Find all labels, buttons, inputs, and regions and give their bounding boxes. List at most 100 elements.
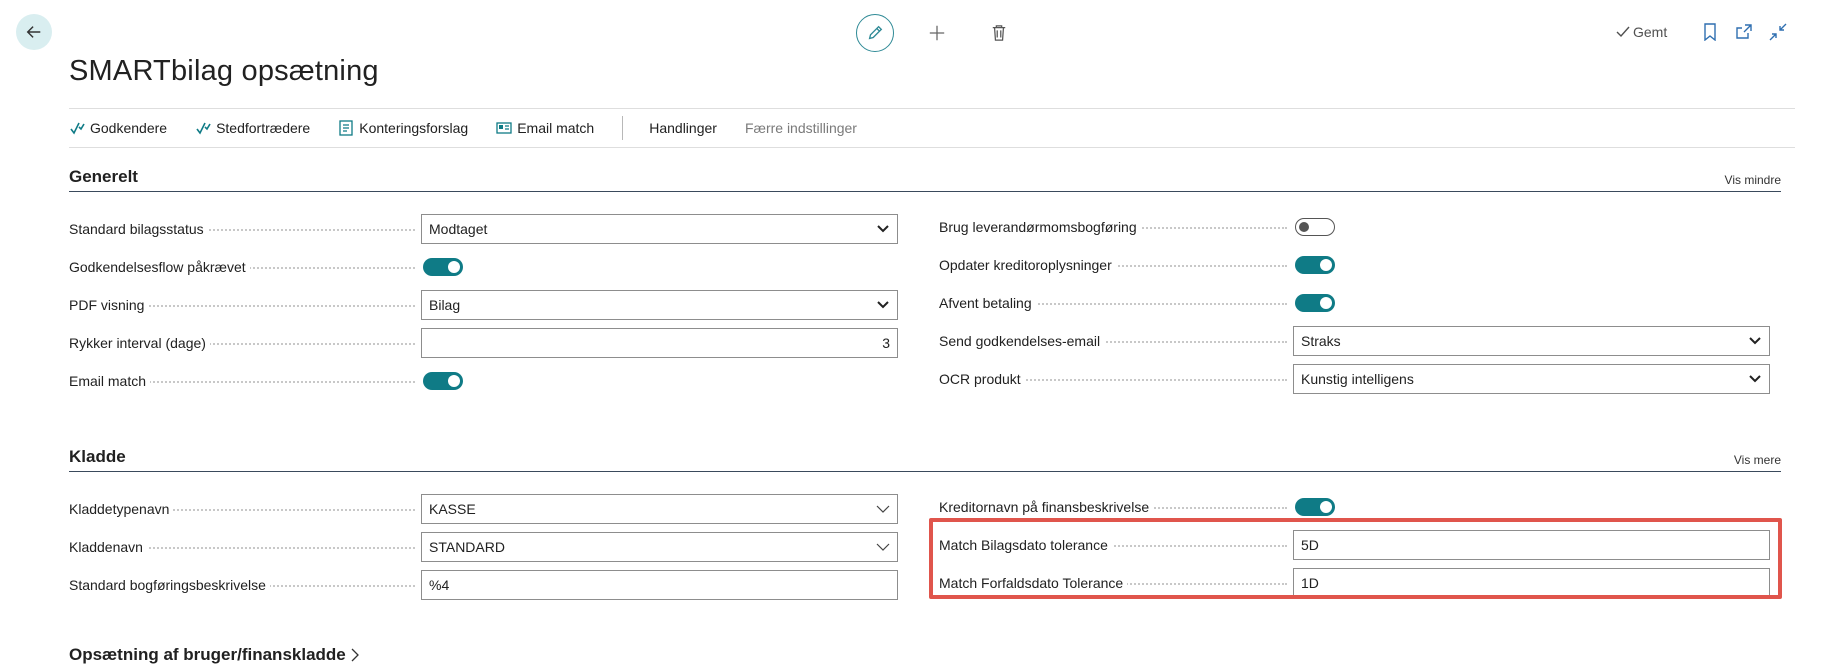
delete-button[interactable]	[980, 14, 1018, 52]
field-label: Brug leverandørmomsbogføring	[939, 219, 1141, 235]
open-new-window-button[interactable]	[1734, 22, 1754, 42]
posting-suggestion-icon	[339, 120, 353, 136]
await-payment-toggle[interactable]	[1295, 294, 1335, 312]
trash-icon	[992, 25, 1006, 41]
edit-button[interactable]	[856, 14, 894, 52]
back-button[interactable]	[16, 14, 52, 50]
chevron-down-icon	[876, 221, 890, 237]
approval-flow-required-toggle[interactable]	[423, 258, 463, 276]
lookup-value: STANDARD	[429, 539, 505, 555]
bookmark-button[interactable]	[1700, 22, 1720, 42]
email-match-toggle[interactable]	[423, 372, 463, 390]
journal-section: Kladde Vis mere	[69, 446, 1781, 472]
email-match-action[interactable]: Email match	[496, 120, 594, 136]
match-due-date-tolerance-input[interactable]: 1D	[1293, 568, 1770, 598]
collapse-icon	[1769, 23, 1787, 41]
field-label: Match Forfaldsdato Tolerance	[939, 575, 1128, 591]
standard-posting-description-input[interactable]: %4	[421, 570, 898, 600]
show-less-link[interactable]: Vis mindre	[1725, 173, 1781, 187]
saved-status: Gemt	[1616, 24, 1667, 40]
field-journal-template-name: Kladdetypenavn KASSE	[69, 494, 898, 524]
ocr-product-select[interactable]: Kunstig intelligens	[1293, 364, 1770, 394]
field-ocr-product: OCR produkt Kunstig intelligens	[939, 364, 1770, 394]
field-label: Kladdenavn	[69, 539, 147, 555]
journal-name-lookup[interactable]: STANDARD	[421, 532, 898, 562]
input-value: 3	[882, 335, 890, 351]
posting-suggestion-action[interactable]: Konteringsforslag	[338, 120, 468, 136]
field-label: Opdater kreditoroplysninger	[939, 257, 1116, 273]
field-journal-name: Kladdenavn STANDARD	[69, 532, 898, 562]
general-section-header: Generelt Vis mindre	[69, 166, 1781, 192]
email-match-icon	[496, 122, 512, 134]
chevron-down-icon	[1748, 333, 1762, 349]
field-label: Email match	[69, 373, 151, 389]
field-send-approval-email: Send godkendelses-email Straks	[939, 326, 1770, 356]
email-match-label: Email match	[517, 120, 595, 136]
page-title: SMARTbilag opsætning	[69, 55, 379, 87]
select-value: Bilag	[429, 297, 461, 313]
general-section: Generelt Vis mindre	[69, 166, 1781, 192]
journal-section-header: Kladde Vis mere	[69, 446, 1781, 472]
page-toolbar	[1700, 22, 1788, 42]
posting-suggestion-label: Konteringsforslag	[359, 120, 469, 136]
send-approval-email-select[interactable]: Straks	[1293, 326, 1770, 356]
checkmark-icon	[1616, 26, 1630, 38]
chevron-down-icon[interactable]	[876, 539, 890, 555]
open-new-window-icon	[1736, 24, 1752, 39]
approvers-icon	[70, 122, 85, 135]
field-label: PDF visning	[69, 297, 149, 313]
select-value: Modtaget	[429, 221, 488, 237]
select-value: Kunstig intelligens	[1301, 371, 1414, 387]
standard-document-status-select[interactable]: Modtaget	[421, 214, 898, 244]
approvers-action[interactable]: Godkendere	[69, 120, 167, 136]
saved-label: Gemt	[1633, 24, 1668, 40]
update-vendor-info-toggle[interactable]	[1295, 256, 1335, 274]
general-section-title: Generelt	[69, 167, 138, 186]
journal-template-name-lookup[interactable]: KASSE	[421, 494, 898, 524]
field-label: Send godkendelses-email	[939, 333, 1105, 349]
field-label: Godkendelsesflow påkrævet	[69, 259, 250, 275]
user-journal-setup-title: Opsætning af bruger/finanskladde	[69, 645, 346, 664]
field-label: Standard bogføringsbeskrivelse	[69, 577, 270, 593]
journal-section-title: Kladde	[69, 447, 126, 466]
input-value: %4	[429, 577, 450, 593]
field-standard-posting-description: Standard bogføringsbeskrivelse %4	[69, 570, 898, 600]
chevron-right-icon	[351, 648, 359, 662]
field-update-vendor-info: Opdater kreditoroplysninger	[939, 250, 1335, 280]
new-button[interactable]	[918, 14, 956, 52]
field-vendor-name-on-gl-description: Kreditornavn på finansbeskrivelse	[939, 492, 1335, 522]
field-label: Rykker interval (dage)	[69, 335, 210, 351]
fewer-settings-action[interactable]: Færre indstillinger	[745, 120, 857, 136]
collapse-button[interactable]	[1768, 22, 1788, 42]
vendor-name-on-gl-description-toggle[interactable]	[1295, 498, 1335, 516]
field-label: Kreditornavn på finansbeskrivelse	[939, 499, 1154, 515]
bookmark-icon	[1704, 23, 1716, 41]
user-journal-setup-section[interactable]: Opsætning af bruger/finanskladde	[69, 645, 360, 664]
field-standard-document-status: Standard bilagsstatus Modtaget	[69, 214, 898, 244]
lookup-value: KASSE	[429, 501, 476, 517]
pdf-view-select[interactable]: Bilag	[421, 290, 898, 320]
arrow-left-icon	[26, 26, 41, 38]
field-vendor-vat-posting: Brug leverandørmomsbogføring	[939, 212, 1335, 242]
show-more-link[interactable]: Vis mere	[1734, 453, 1781, 467]
actions-menu-label: Handlinger	[649, 120, 717, 136]
reminder-interval-input[interactable]: 3	[421, 328, 898, 358]
field-approval-flow-required: Godkendelsesflow påkrævet	[69, 252, 463, 282]
field-label: Afvent betaling	[939, 295, 1036, 311]
actions-menu[interactable]: Handlinger	[649, 120, 717, 136]
field-await-payment: Afvent betaling	[939, 288, 1335, 318]
approvers-label: Godkendere	[90, 120, 168, 136]
substitutes-label: Stedfortrædere	[216, 120, 311, 136]
substitutes-action[interactable]: Stedfortrædere	[195, 120, 310, 136]
field-label: Match Bilagsdato tolerance	[939, 537, 1112, 553]
fewer-settings-label: Færre indstillinger	[744, 120, 857, 136]
vendor-vat-posting-toggle[interactable]	[1295, 218, 1335, 236]
select-value: Straks	[1301, 333, 1341, 349]
field-label: Kladdetypenavn	[69, 501, 174, 517]
match-document-date-tolerance-input[interactable]: 5D	[1293, 530, 1770, 560]
field-reminder-interval: Rykker interval (dage) 3	[69, 328, 898, 358]
chevron-down-icon[interactable]	[876, 501, 890, 517]
input-value: 1D	[1301, 575, 1319, 591]
pencil-icon	[868, 25, 883, 40]
action-bar: Godkendere Stedfortrædere Konteringsfors…	[69, 108, 1795, 148]
